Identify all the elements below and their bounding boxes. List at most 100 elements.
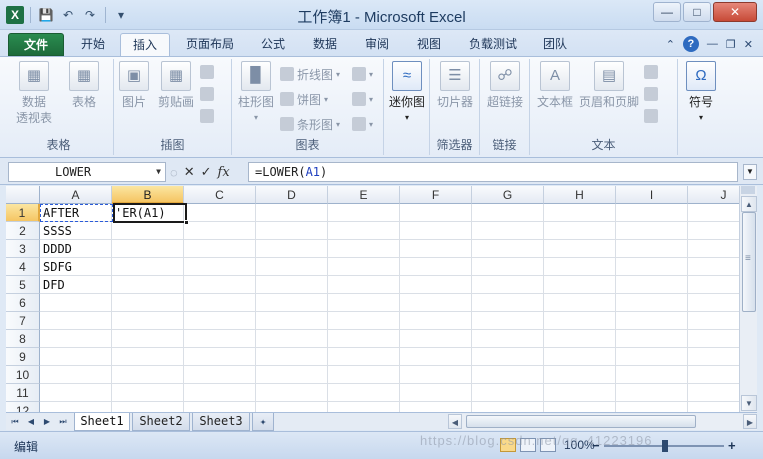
line-chart-button[interactable]: 折线图 ▾ — [280, 65, 340, 83]
doc-close-icon[interactable]: ✕ — [744, 38, 753, 51]
column-header-j[interactable]: J — [688, 186, 739, 204]
name-box-dropdown-icon[interactable]: ▼ — [156, 163, 161, 181]
zoom-slider-knob[interactable] — [662, 440, 668, 452]
row-header-12[interactable]: 12 — [6, 402, 40, 412]
name-box[interactable]: LOWER ▼ — [8, 162, 166, 182]
formula-input[interactable]: =LOWER(A1) — [248, 162, 738, 182]
clipart-button[interactable]: ▦ 剪贴画 — [154, 61, 198, 110]
column-header-i[interactable]: I — [616, 186, 688, 204]
tab-data[interactable]: 数据 — [300, 33, 350, 56]
column-gridline — [687, 204, 688, 412]
column-header-g[interactable]: G — [472, 186, 544, 204]
row-header-4[interactable]: 4 — [6, 258, 40, 276]
signature-line-button[interactable] — [644, 85, 658, 103]
row-header-5[interactable]: 5 — [6, 276, 40, 294]
column-header-a[interactable]: A — [40, 186, 112, 204]
tab-insert[interactable]: 插入 — [120, 33, 170, 56]
table-button[interactable]: ▦ 表格 — [62, 61, 106, 110]
row-header-3[interactable]: 3 — [6, 240, 40, 258]
slicer-button[interactable]: ☰ 切片器 — [432, 61, 478, 110]
textbox-button[interactable]: A 文本框 — [534, 61, 576, 110]
insert-sheet-icon[interactable]: ✦ — [252, 413, 274, 431]
sheet-tab-sheet3[interactable]: Sheet3 — [192, 413, 250, 431]
zoom-in-icon[interactable]: + — [728, 438, 736, 453]
column-chart-button[interactable]: ▉ 柱形图 ▾ — [236, 61, 276, 126]
pivot-table-button[interactable]: ▦ 数据 透视表 — [10, 61, 58, 126]
scroll-left-icon[interactable]: ◀ — [448, 414, 462, 429]
row-header-10[interactable]: 10 — [6, 366, 40, 384]
other-charts-button[interactable]: ▾ — [352, 115, 373, 133]
column-header-h[interactable]: H — [544, 186, 616, 204]
hyperlink-button[interactable]: ☍ 超链接 — [482, 61, 528, 110]
enter-icon[interactable]: ✓ — [201, 164, 212, 180]
wordart-button[interactable] — [644, 63, 658, 81]
tab-formulas[interactable]: 公式 — [250, 33, 296, 56]
collapse-ribbon-icon[interactable]: ⌃ — [666, 38, 675, 51]
last-sheet-icon[interactable]: ⏭ — [56, 415, 70, 429]
column-header-f[interactable]: F — [400, 186, 472, 204]
tab-load-test[interactable]: 负载测试 — [458, 33, 528, 56]
row-header-9[interactable]: 9 — [6, 348, 40, 366]
maximize-button[interactable]: □ — [683, 2, 711, 22]
row-header-2[interactable]: 2 — [6, 222, 40, 240]
tab-page-layout[interactable]: 页面布局 — [174, 33, 246, 56]
cell-a4[interactable]: SDFG — [40, 258, 112, 276]
row-header-7[interactable]: 7 — [6, 312, 40, 330]
tab-home[interactable]: 开始 — [68, 33, 118, 56]
cancel-icon[interactable]: ✕ — [184, 164, 195, 180]
next-sheet-icon[interactable]: ▶ — [40, 415, 54, 429]
shapes-button[interactable] — [200, 63, 214, 81]
bar-chart-button[interactable]: 条形图 ▾ — [280, 115, 340, 133]
tab-team[interactable]: 团队 — [532, 33, 578, 56]
help-icon[interactable]: ? — [682, 36, 699, 52]
horizontal-scrollbar[interactable]: ◀ ▶ — [448, 414, 757, 430]
smartart-button[interactable] — [200, 85, 214, 103]
insert-function-icon[interactable]: fx — [218, 165, 230, 180]
scroll-right-icon[interactable]: ▶ — [743, 414, 757, 429]
tab-review[interactable]: 审阅 — [354, 33, 400, 56]
object-button[interactable] — [644, 107, 658, 125]
area-chart-button[interactable]: ▾ — [352, 65, 373, 83]
cell-a3[interactable]: DDDD — [40, 240, 112, 258]
pie-chart-button[interactable]: 饼图 ▾ — [280, 90, 328, 108]
cell-a5[interactable]: DFD — [40, 276, 112, 294]
split-box[interactable] — [741, 186, 755, 194]
doc-restore-icon[interactable]: ❐ — [726, 38, 736, 51]
sheet-tab-sheet2[interactable]: Sheet2 — [132, 413, 190, 431]
symbol-button[interactable]: Ω 符号 ▾ — [680, 61, 722, 126]
prev-sheet-icon[interactable]: ◀ — [24, 415, 38, 429]
sparkline-button[interactable]: ≈ 迷你图 ▾ — [386, 61, 428, 126]
column-header-c[interactable]: C — [184, 186, 256, 204]
close-button[interactable]: ✕ — [713, 2, 757, 22]
header-footer-button[interactable]: ▤ 页眉和页脚 — [578, 61, 640, 110]
column-header-b[interactable]: B — [112, 186, 184, 204]
row-header-11[interactable]: 11 — [6, 384, 40, 402]
tab-file[interactable]: 文件 — [8, 33, 64, 56]
worksheet-grid[interactable]: ABCDEFGHIJ 1 2 3 4 5 6 7 8 9 10 11 12 AFTER SSSS DDDD… — [6, 186, 739, 412]
scatter-chart-button[interactable]: ▾ — [352, 90, 373, 108]
select-all-corner[interactable] — [6, 186, 40, 204]
horizontal-scroll-thumb[interactable] — [466, 415, 696, 428]
sheet-tab-sheet1[interactable]: Sheet1 — [74, 413, 130, 431]
row-gridline — [40, 401, 739, 402]
minimize-button[interactable]: — — [653, 2, 681, 22]
cell-a2[interactable]: SSSS — [40, 222, 112, 240]
column-header-d[interactable]: D — [256, 186, 328, 204]
doc-minimize-icon[interactable]: — — [707, 38, 718, 50]
omega-icon: Ω — [686, 61, 716, 91]
vertical-scrollbar[interactable]: ▲ ▼ — [739, 186, 757, 412]
vertical-scroll-thumb[interactable] — [742, 212, 756, 312]
scroll-up-icon[interactable]: ▲ — [741, 196, 757, 212]
expand-formula-bar-icon[interactable]: ▼ — [743, 164, 757, 180]
group-sparklines: ≈ 迷你图 ▾ — [384, 59, 430, 155]
fill-handle[interactable] — [184, 220, 189, 225]
screenshot-button[interactable] — [200, 107, 214, 125]
tab-view[interactable]: 视图 — [404, 33, 454, 56]
column-header-e[interactable]: E — [328, 186, 400, 204]
picture-button[interactable]: ▣ 图片 — [116, 61, 152, 110]
row-header-8[interactable]: 8 — [6, 330, 40, 348]
first-sheet-icon[interactable]: ⏮ — [8, 415, 22, 429]
row-header-1[interactable]: 1 — [6, 204, 40, 222]
scroll-down-icon[interactable]: ▼ — [741, 395, 757, 411]
row-header-6[interactable]: 6 — [6, 294, 40, 312]
